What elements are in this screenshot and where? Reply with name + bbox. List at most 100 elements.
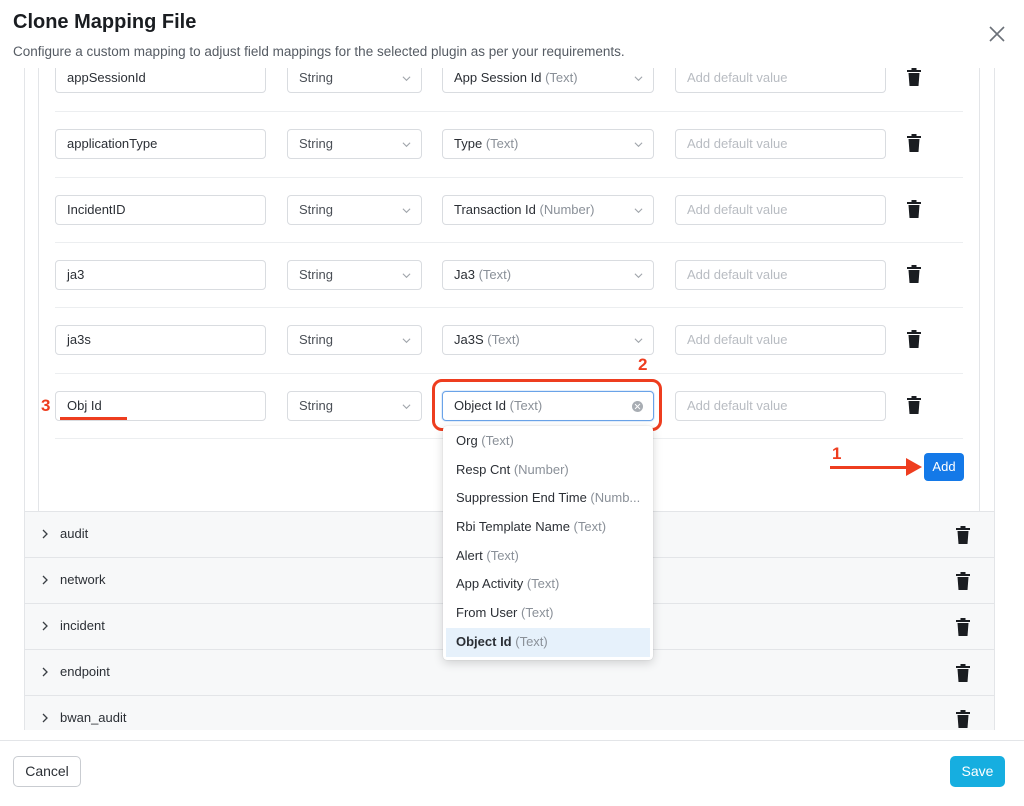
trash-icon[interactable] [907,200,921,218]
chevron-down-icon [402,208,411,214]
mapped-field-type: (Text) [485,136,519,151]
mapped-field-label: Type [454,136,483,151]
default-value-input[interactable]: Add default value [675,325,886,355]
row-divider [55,307,963,308]
chevron-down-icon [634,142,643,148]
modal-header: Clone Mapping File Configure a custom ma… [0,0,1024,68]
dropdown-option[interactable]: Suppression End Time (Numb... [443,484,653,513]
modal-title: Clone Mapping File [13,11,197,33]
chevron-right-icon [42,667,48,677]
add-button[interactable]: Add [924,453,964,481]
section-label: audit [60,526,89,541]
option-label: Object Id [456,633,512,649]
modal-subtitle: Configure a custom mapping to adjust fie… [13,44,625,59]
mapped-field-select[interactable]: App Session Id (Text) [442,68,654,93]
mapped-field-select[interactable]: Ja3 (Text) [442,260,654,290]
option-label: From User [456,605,518,621]
dropdown-option[interactable]: App Activity (Text) [443,570,653,599]
mapped-field-label: Ja3 [454,267,475,282]
mapped-field-type: (Text) [478,267,512,282]
trash-icon[interactable] [956,572,970,590]
field-name-input[interactable]: appSessionId [55,68,266,93]
annotation-arrowhead-1 [906,458,922,476]
trash-icon[interactable] [907,265,921,283]
section-label: endpoint [60,664,110,679]
trash-icon[interactable] [956,710,970,728]
row-divider [55,177,963,178]
field-type-select[interactable]: String [287,260,422,290]
field-type-select[interactable]: String [287,129,422,159]
trash-icon[interactable] [956,618,970,636]
trash-icon[interactable] [907,396,921,414]
default-value-input[interactable]: Add default value [675,68,886,93]
mapped-field-dropdown[interactable]: Org (Text) Resp Cnt (Number) Suppression… [443,426,653,660]
chevron-down-icon [402,338,411,344]
trash-icon[interactable] [956,664,970,682]
trash-icon[interactable] [907,134,921,152]
modal-footer: Cancel Save [0,740,1024,806]
field-type-select[interactable]: String [287,195,422,225]
field-type-value: String [299,332,333,347]
field-type-select[interactable]: String [287,68,422,93]
chevron-down-icon [634,273,643,279]
option-type: (Number) [513,461,569,477]
mapping-row: appSessionId String App Session Id (Text… [55,68,963,128]
option-type: (Text) [521,605,554,621]
annotation-arrow-1 [830,466,912,469]
row-divider [55,111,963,112]
option-label: Org [456,433,478,448]
field-type-value: String [299,136,333,151]
chevron-down-icon [634,338,643,344]
section-label: network [60,572,106,587]
annotation-number-1: 1 [832,444,842,463]
default-value-input[interactable]: Add default value [675,260,886,290]
mapped-field-type: (Text) [487,332,520,347]
chevron-down-icon [634,76,643,82]
mapped-field-select[interactable]: Transaction Id (Number) [442,195,654,225]
chevron-right-icon [42,621,48,631]
trash-icon[interactable] [956,526,970,544]
mapped-field-label: App Session Id [454,70,542,85]
close-icon[interactable] [985,22,1009,46]
dropdown-option[interactable]: Rbi Template Name (Text) [443,513,653,542]
annotation-number-3: 3 [41,396,51,415]
section-bwan-audit[interactable]: bwan_audit [25,695,994,730]
dropdown-option[interactable]: Org (Text) [443,427,653,456]
cancel-button[interactable]: Cancel [13,756,81,787]
field-type-select[interactable]: String [287,391,422,421]
option-type: (Numb... [590,490,641,506]
row-divider [55,373,963,374]
field-type-value: String [299,267,333,282]
mapped-field-select[interactable]: Type (Text) [442,129,654,159]
option-label: Alert [456,547,483,563]
dropdown-option-selected[interactable]: Object Id (Text) [446,627,650,657]
save-button[interactable]: Save [950,756,1005,787]
option-label: App Activity [456,576,524,592]
trash-icon[interactable] [907,68,921,86]
default-value-input[interactable]: Add default value [675,129,886,159]
field-name-input[interactable]: ja3s [55,325,266,355]
default-value-input[interactable]: Add default value [675,391,886,421]
dropdown-option[interactable]: From User (Text) [443,599,653,628]
chevron-right-icon [42,529,48,539]
field-type-select[interactable]: String [287,325,422,355]
section-label: bwan_audit [60,710,127,725]
dropdown-option[interactable]: Alert (Text) [443,542,653,571]
option-type: (Text) [573,519,607,535]
default-value-input[interactable]: Add default value [675,195,886,225]
mapped-field-label: Transaction Id [454,202,536,217]
dropdown-option[interactable]: Resp Cnt (Number) [443,456,653,485]
clone-mapping-modal: Clone Mapping File Configure a custom ma… [0,0,1024,806]
mapped-field-label: Ja3S [454,332,484,347]
field-name-input[interactable]: applicationType [55,129,266,159]
chevron-down-icon [402,142,411,148]
field-name-input[interactable]: IncidentID [55,195,266,225]
field-type-value: String [299,202,333,217]
field-name-input[interactable]: ja3 [55,260,266,290]
trash-icon[interactable] [907,330,921,348]
field-type-value: String [299,398,333,413]
option-label: Suppression End Time [456,490,587,506]
option-label: Resp Cnt [456,461,511,477]
mapped-field-select[interactable]: Ja3S (Text) [442,325,654,355]
option-type: (Text) [481,433,514,448]
